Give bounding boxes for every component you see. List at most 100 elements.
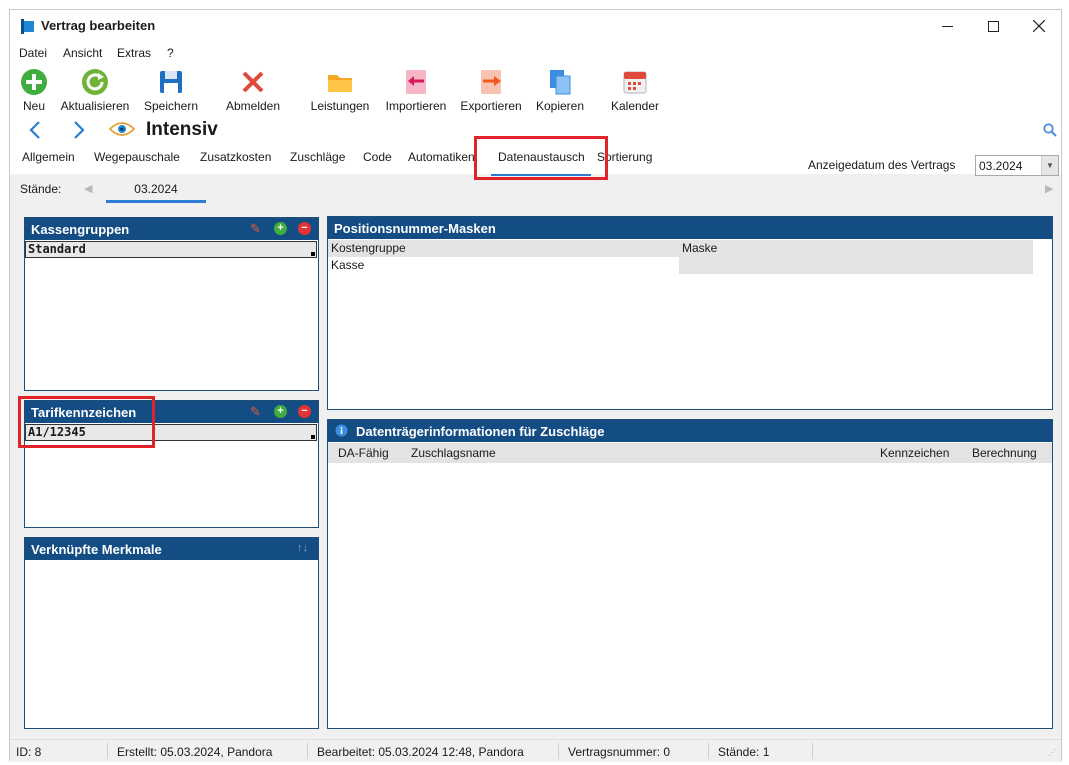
contract-title: Intensiv (146, 119, 218, 140)
status-staende: Stände: 1 (718, 745, 770, 759)
status-bar: ID: 8 Erstellt: 05.03.2024, Pandora Bear… (10, 739, 1061, 762)
column-header: Kostengruppe (331, 241, 406, 255)
table-cell: Kasse (331, 258, 365, 272)
date-filter-label: Anzeigedatum des Vertrags (808, 158, 956, 172)
pin-icon[interactable]: ✎ (249, 405, 262, 418)
column-header: Berechnung (972, 446, 1037, 460)
add-icon[interactable]: + (274, 405, 287, 418)
calendar-label: Kalender (610, 99, 660, 113)
status-erstellt: Erstellt: 05.03.2024, Pandora (117, 745, 273, 759)
column-header: Maske (682, 241, 718, 255)
table-cell[interactable] (679, 257, 1033, 274)
tab-sortierung[interactable]: Sortierung (597, 150, 667, 164)
menu-datei[interactable]: Datei (19, 46, 47, 60)
staende-tab[interactable]: 03.2024 (106, 182, 206, 196)
sort-icon[interactable]: ↑↓ (297, 542, 308, 554)
export-button[interactable]: Exportieren (458, 64, 524, 114)
export-label: Exportieren (460, 99, 522, 113)
menu-help[interactable]: ? (167, 46, 174, 60)
chevron-down-icon[interactable]: ▼ (1041, 156, 1058, 175)
copy-label: Kopieren (535, 99, 585, 113)
add-icon[interactable]: + (274, 222, 287, 235)
calendar-button[interactable]: Kalender (606, 64, 664, 114)
column-header: Zuschlagsname (411, 446, 496, 460)
tab-bar: Allgemein Wegepauschale Zusatzkosten Zus… (10, 144, 1061, 176)
plus-circle-icon (21, 69, 47, 95)
x-logout-icon (242, 71, 264, 93)
staende-tab-indicator (106, 200, 206, 203)
menu-bar: Datei Ansicht Extras ? (10, 42, 1061, 64)
app-icon (21, 19, 36, 34)
status-id: ID: 8 (16, 745, 42, 759)
app-window: Vertrag bearbeiten Datei Ansicht Extras … (9, 9, 1062, 762)
calendar-icon (623, 71, 647, 94)
kassengruppe-label: Standard (28, 242, 86, 256)
status-vertragsnummer: Vertragsnummer: 0 (568, 745, 671, 759)
save-button[interactable]: Speichern (140, 64, 202, 114)
column-header: DA-Fähig (338, 446, 389, 460)
merkmale-header: Verknüpfte Merkmale ↑↓ (25, 538, 318, 560)
refresh-button[interactable]: Aktualisieren (56, 64, 134, 114)
logout-button[interactable]: Abmelden (220, 64, 286, 114)
contract-header: Intensiv (10, 114, 1061, 144)
eye-icon[interactable] (109, 121, 135, 137)
grid-header: DA-Fähig Zuschlagsname Kennzeichen Berec… (328, 443, 1052, 463)
export-icon (481, 70, 501, 94)
save-icon (160, 71, 182, 93)
tab-zuschlaege[interactable]: Zuschläge (290, 150, 345, 164)
remove-icon[interactable]: − (298, 405, 311, 418)
positionsnummer-title: Positionsnummer-Masken (334, 221, 496, 236)
close-button[interactable] (1016, 10, 1062, 42)
staende-bar: Stände: ◀ 03.2024 ▶ (10, 176, 1061, 210)
tab-datenaustausch[interactable]: Datenaustausch (496, 150, 587, 164)
date-filter-select[interactable]: 03.2024 ▼ (975, 155, 1059, 176)
new-button[interactable]: Neu (16, 64, 52, 114)
back-arrow-icon[interactable] (29, 121, 41, 139)
toolbar: Neu Aktualisieren Speichern Abmelden Lei… (10, 64, 1061, 114)
datentraeger-panel: Datenträgerinformationen für Zuschläge D… (327, 419, 1053, 729)
table-row[interactable]: Kasse (328, 257, 1033, 274)
kassengruppen-panel: Kassengruppen ✎ + − Standard (24, 217, 319, 391)
list-item[interactable]: A1/12345 (25, 424, 317, 441)
maximize-button[interactable] (970, 10, 1016, 42)
tarifkennzeichen-header: Tarifkennzeichen ✎ + − (25, 401, 318, 423)
forward-arrow-icon[interactable] (73, 121, 85, 139)
import-icon (406, 70, 426, 94)
datentraeger-header: Datenträgerinformationen für Zuschläge (328, 420, 1052, 442)
merkmale-title: Verknüpfte Merkmale (31, 542, 162, 557)
pin-icon[interactable]: ✎ (249, 222, 262, 235)
info-icon (335, 424, 348, 437)
minimize-button[interactable] (924, 10, 970, 42)
tarifkennzeichen-label: A1/12345 (28, 425, 86, 439)
datentraeger-title: Datenträgerinformationen für Zuschläge (356, 424, 605, 439)
refresh-icon (82, 69, 108, 95)
tab-code[interactable]: Code (363, 150, 392, 164)
tab-wegepauschale[interactable]: Wegepauschale (94, 150, 180, 164)
tab-zusatzkosten[interactable]: Zusatzkosten (200, 150, 271, 164)
status-bearbeitet: Bearbeitet: 05.03.2024 12:48, Pandora (317, 745, 524, 759)
date-filter-value: 03.2024 (979, 159, 1023, 173)
import-label: Importieren (385, 99, 447, 113)
tab-allgemein[interactable]: Allgemein (22, 150, 75, 164)
staende-next-icon[interactable]: ▶ (1045, 182, 1053, 195)
merkmale-panel: Verknüpfte Merkmale ↑↓ (24, 537, 319, 729)
tab-automatiken[interactable]: Automatiken (408, 150, 476, 164)
resize-grip-icon[interactable]: ⋰ (1048, 748, 1056, 757)
new-label: Neu (22, 99, 45, 113)
kassengruppen-header: Kassengruppen ✎ + − (25, 218, 318, 240)
remove-icon[interactable]: − (298, 222, 311, 235)
list-item[interactable]: Standard (25, 241, 317, 258)
close-icon (1033, 20, 1045, 32)
leistungen-button[interactable]: Leistungen (306, 64, 374, 114)
menu-ansicht[interactable]: Ansicht (63, 46, 102, 60)
staende-prev-icon[interactable]: ◀ (84, 182, 92, 195)
logout-label: Abmelden (225, 99, 281, 113)
search-icon[interactable] (1043, 123, 1057, 137)
menu-extras[interactable]: Extras (117, 46, 151, 60)
tarifkennzeichen-title: Tarifkennzeichen (31, 405, 137, 420)
copy-button[interactable]: Kopieren (532, 64, 588, 114)
grid-header: Kostengruppe Maske (328, 240, 1033, 257)
window-title: Vertrag bearbeiten (41, 18, 156, 33)
tarifkennzeichen-panel: Tarifkennzeichen ✎ + − A1/12345 (24, 400, 319, 528)
import-button[interactable]: Importieren (380, 64, 452, 114)
